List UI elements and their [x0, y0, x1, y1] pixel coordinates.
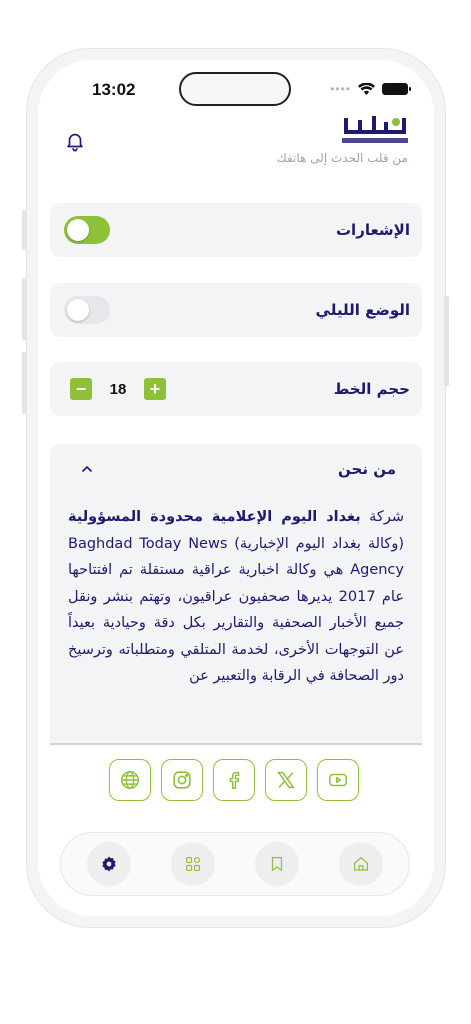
notifications-label: الإشعارات — [335, 221, 410, 239]
nav-categories[interactable] — [171, 842, 215, 886]
battery-icon — [382, 83, 411, 95]
font-size-value: 18 — [109, 380, 127, 398]
youtube-link[interactable] — [317, 759, 359, 801]
font-size-setting: حجم الخط − 18 + — [50, 362, 422, 416]
facebook-link[interactable] — [213, 759, 255, 801]
divider — [50, 743, 422, 745]
night-mode-setting: الوضع الليلي — [50, 283, 422, 337]
notifications-toggle[interactable] — [64, 216, 110, 244]
instagram-icon — [173, 771, 191, 789]
font-size-label: حجم الخط — [333, 380, 410, 398]
signal-icon: •••• — [330, 82, 351, 96]
youtube-icon — [329, 773, 347, 787]
toggle-knob — [67, 299, 89, 321]
toggle-knob — [67, 219, 89, 241]
nav-home[interactable] — [339, 842, 383, 886]
about-section: من نحن شركة بغداد اليوم الإعلامية محدودة… — [50, 444, 422, 744]
baghdad-today-logo — [342, 116, 408, 143]
facebook-icon — [229, 771, 240, 789]
about-header[interactable]: من نحن — [50, 444, 422, 478]
about-text: شركة بغداد اليوم الإعلامية محدودة المسؤو… — [50, 478, 422, 690]
grid-icon — [186, 857, 200, 871]
night-mode-label: الوضع الليلي — [315, 301, 410, 319]
bell-icon[interactable] — [64, 130, 86, 152]
nav-bookmarks[interactable] — [255, 842, 299, 886]
about-title: من نحن — [338, 460, 396, 478]
home-icon — [354, 857, 368, 871]
volume-down-button — [22, 352, 27, 414]
night-mode-toggle[interactable] — [64, 296, 110, 324]
wifi-icon — [358, 83, 375, 95]
font-size-control: − 18 + — [70, 378, 166, 400]
tagline: من قلب الحدث إلى هاتفك — [276, 151, 408, 165]
status-time: 13:02 — [92, 80, 136, 99]
chevron-up-icon[interactable] — [80, 462, 94, 476]
web-icon — [121, 771, 139, 789]
nav-settings[interactable] — [87, 842, 131, 886]
notifications-setting: الإشعارات — [50, 203, 422, 257]
bottom-navigation — [60, 832, 410, 896]
about-company-name: بغداد اليوم الإعلامية محدودة المسؤولية — [68, 509, 361, 525]
x-icon — [277, 771, 295, 789]
about-intro: شركة — [360, 509, 404, 525]
web-link[interactable] — [109, 759, 151, 801]
status-icons: •••• — [330, 82, 411, 96]
settings-icon — [102, 856, 116, 872]
bookmark-icon — [271, 857, 283, 871]
font-decrease-button[interactable]: − — [70, 378, 92, 400]
power-button — [444, 296, 449, 386]
about-description: (وكالة بغداد اليوم الإخبارية) Baghdad To… — [68, 535, 404, 685]
dynamic-island — [179, 72, 291, 106]
app-screen: 13:02 •••• من قلب الحدث إلى هاتفك الإشعا… — [38, 60, 434, 916]
instagram-link[interactable] — [161, 759, 203, 801]
x-link[interactable] — [265, 759, 307, 801]
font-increase-button[interactable]: + — [144, 378, 166, 400]
side-button — [22, 210, 27, 250]
volume-up-button — [22, 278, 27, 340]
social-links — [109, 759, 359, 801]
